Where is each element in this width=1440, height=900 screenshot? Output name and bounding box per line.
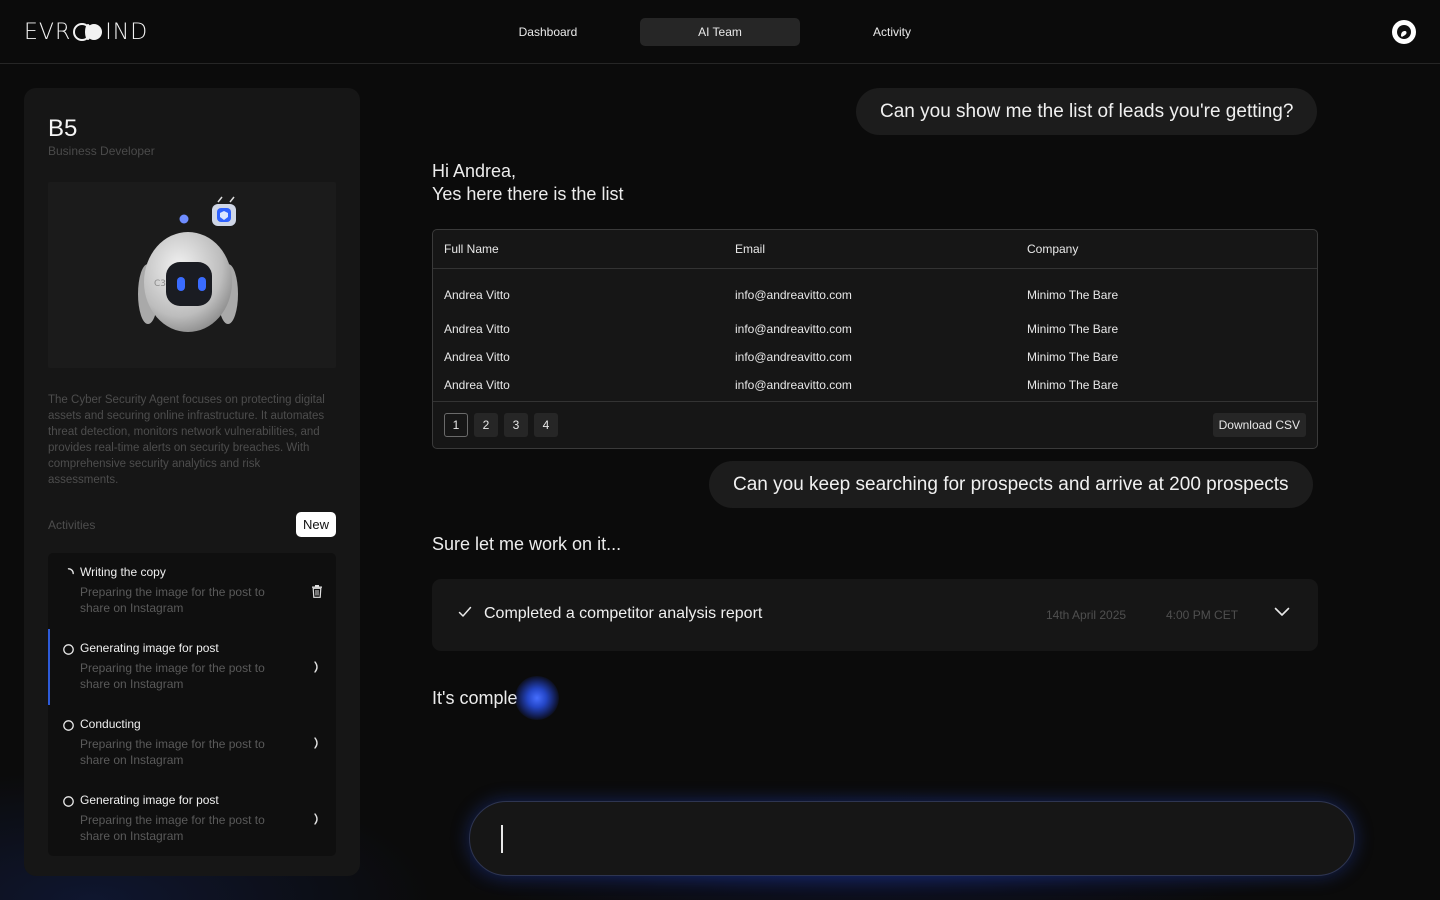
top-bar: EVR IND Dashboard AI Team Activity bbox=[0, 0, 1440, 64]
task-card[interactable]: Completed a competitor analysis report 1… bbox=[432, 579, 1318, 651]
cell-email: info@andreavitto.com bbox=[735, 378, 852, 392]
task-time: 4:00 PM CET bbox=[1166, 608, 1239, 622]
agent-reply-greeting: Hi Andrea, bbox=[432, 161, 517, 181]
cell-full-name: Andrea Vitto bbox=[444, 378, 510, 392]
activity-item[interactable]: Conducting Preparing the image for the p… bbox=[48, 705, 336, 781]
agent-reply-text: Yes here there is the list bbox=[432, 184, 624, 204]
cell-company: Minimo The Bare bbox=[1027, 378, 1119, 392]
chevron-right-icon[interactable] bbox=[310, 735, 324, 751]
column-header-email[interactable]: Email bbox=[735, 242, 765, 256]
agent-name: B5 bbox=[48, 115, 78, 142]
activity-title: Writing the copy bbox=[80, 565, 166, 579]
page-button-1[interactable]: 1 bbox=[444, 413, 468, 437]
nav-activity[interactable]: Activity bbox=[812, 18, 972, 46]
cell-company: Minimo The Bare bbox=[1027, 288, 1119, 302]
divider bbox=[433, 401, 1317, 402]
typing-indicator-orb bbox=[515, 676, 559, 720]
page-button-3[interactable]: 3 bbox=[504, 413, 528, 437]
activity-title: Conducting bbox=[80, 717, 141, 731]
cell-email: info@andreavitto.com bbox=[735, 350, 852, 364]
activity-list: Writing the copy Preparing the image for… bbox=[48, 553, 336, 856]
page-button-4[interactable]: 4 bbox=[534, 413, 558, 437]
task-title: Completed a competitor analysis report bbox=[484, 605, 763, 622]
activity-subtitle: Preparing the image for the post to shar… bbox=[80, 661, 265, 691]
agent-robot-illustration: C3 bbox=[48, 182, 336, 368]
user-avatar-icon bbox=[1397, 25, 1411, 39]
main-nav: Dashboard AI Team Activity bbox=[0, 18, 1440, 46]
pending-circle-icon bbox=[63, 796, 74, 807]
chat-input[interactable] bbox=[469, 801, 1355, 876]
new-activity-button[interactable]: New bbox=[295, 512, 336, 537]
cell-full-name: Andrea Vitto bbox=[444, 288, 510, 302]
agent-role: Business Developer bbox=[48, 144, 155, 158]
loading-spinner-icon bbox=[67, 568, 74, 575]
chevron-right-icon[interactable] bbox=[310, 659, 324, 675]
activities-heading: Activities bbox=[48, 518, 96, 532]
download-csv-button[interactable]: Download CSV bbox=[1212, 413, 1306, 437]
chevron-down-icon[interactable] bbox=[1274, 607, 1290, 617]
cell-email: info@andreavitto.com bbox=[735, 322, 852, 336]
cell-company: Minimo The Bare bbox=[1027, 322, 1119, 336]
text-caret bbox=[501, 825, 503, 853]
task-date: 14th April 2025 bbox=[1046, 608, 1127, 622]
cell-email: info@andreavitto.com bbox=[735, 288, 852, 302]
cell-company: Minimo The Bare bbox=[1027, 350, 1119, 364]
activity-subtitle: Preparing the image for the post to shar… bbox=[80, 585, 265, 615]
activity-item[interactable]: Generating image for post Preparing the … bbox=[48, 629, 336, 705]
agent-typing-text: It's comple bbox=[432, 688, 518, 708]
cell-full-name: Andrea Vitto bbox=[444, 350, 510, 364]
activity-item[interactable]: Writing the copy Preparing the image for… bbox=[48, 553, 336, 629]
activity-title: Generating image for post bbox=[80, 641, 219, 655]
check-icon bbox=[458, 606, 472, 617]
activity-subtitle: Preparing the image for the post to shar… bbox=[80, 813, 265, 843]
cell-full-name: Andrea Vitto bbox=[444, 322, 510, 336]
user-message: Can you show me the list of leads you're… bbox=[856, 88, 1318, 135]
pending-circle-icon bbox=[63, 720, 74, 731]
agent-description: The Cyber Security Agent focuses on prot… bbox=[48, 394, 325, 486]
agent-reply-text: Sure let me work on it... bbox=[432, 534, 622, 554]
leads-table: Full Name Email Company Andrea Vitto inf… bbox=[432, 229, 1318, 449]
user-message: Can you keep searching for prospects and… bbox=[709, 461, 1313, 508]
column-header-full-name[interactable]: Full Name bbox=[444, 242, 499, 256]
user-avatar[interactable] bbox=[1392, 20, 1416, 44]
agent-panel: B5 Business Developer C3 The Cyber Secur… bbox=[24, 88, 360, 876]
activity-title: Generating image for post bbox=[80, 793, 219, 807]
chevron-right-icon[interactable] bbox=[310, 811, 324, 827]
page-button-2[interactable]: 2 bbox=[474, 413, 498, 437]
nav-ai-team[interactable]: AI Team bbox=[640, 18, 800, 46]
column-header-company[interactable]: Company bbox=[1027, 242, 1078, 256]
divider bbox=[433, 268, 1317, 269]
activity-subtitle: Preparing the image for the post to shar… bbox=[80, 737, 265, 767]
trash-icon[interactable] bbox=[310, 583, 324, 599]
svg-text:C3: C3 bbox=[154, 279, 166, 289]
activity-item[interactable]: Generating image for post Preparing the … bbox=[48, 781, 336, 856]
pending-circle-icon bbox=[63, 644, 74, 655]
nav-dashboard[interactable]: Dashboard bbox=[468, 18, 628, 46]
